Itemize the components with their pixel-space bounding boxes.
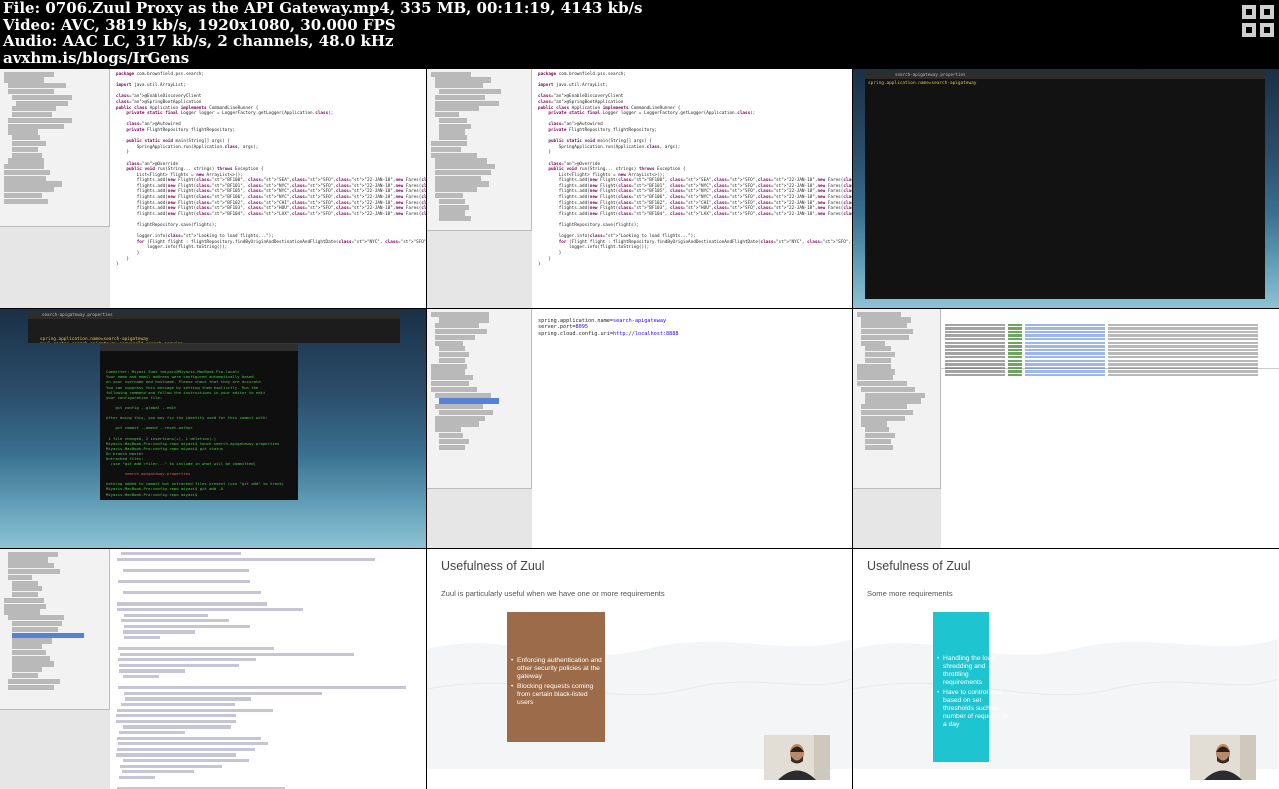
properties-editor-window: search-apigateway.properties spring.appl… [28, 311, 400, 343]
boot-dashboard-panel [427, 230, 532, 308]
presenter-avatar-icon [764, 735, 830, 780]
slide-bullets: Handling the load shredding and throttli… [937, 655, 1009, 731]
thumbnail-frame-7 [0, 549, 426, 789]
properties-line: spring.application.name=search-apigatewa… [868, 81, 976, 87]
bullet-item: Handling the load shredding and throttli… [937, 655, 1009, 687]
code-line: flights.add(new Flight(class="st">"BF104… [538, 212, 852, 218]
thumbnail-frame-6 [853, 309, 1279, 548]
code-line: flights.add(new Flight(class="st">"BF106… [538, 195, 852, 201]
thumbnail-frame-8: Usefulness of Zuul Zuul is particularly … [427, 549, 852, 789]
slide-subtitle: Some more requirements [867, 589, 953, 598]
properties-editor-window: search-apigateway.properties spring.appl… [865, 71, 1265, 299]
slide-subtitle: Zuul is particularly useful when we have… [441, 589, 665, 598]
bullet-item: Enforcing authentication and other secur… [511, 657, 603, 681]
properties-line: zuul.routes.search-apigateway.serviceId=… [40, 342, 400, 343]
code-editor: package com.brownfield.pss.search; impor… [532, 69, 852, 308]
source-link-line: avxhm.is/blogs/IrGens [3, 50, 1279, 67]
properties-editor: spring.application.name=search-apigatewa… [532, 315, 852, 548]
code-line: flights.add(new Flight(class="st">"BF104… [116, 212, 426, 218]
boot-dashboard-panel [853, 488, 941, 548]
boot-dashboard-panel [0, 709, 110, 789]
code-line: flights.add(new Flight(class="st">"BF106… [116, 195, 426, 201]
presenter-webcam [1190, 735, 1256, 780]
editor-tab-label[interactable]: search-apigateway.properties [42, 312, 113, 318]
editor-tab-label[interactable]: search-apigateway.properties [895, 72, 966, 78]
code-line: } [538, 262, 852, 268]
thumbnail-frame-1: package com.brownfield.pss.search; impor… [0, 69, 426, 308]
properties-line: spring.cloud.config.uri=http://localhost… [538, 331, 852, 337]
thumbnail-frame-9: Usefulness of Zuul Some more requirement… [853, 549, 1279, 789]
audio-info-line: Audio: AAC LC, 317 kb/s, 2 channels, 48.… [3, 33, 1279, 50]
boot-dashboard-panel [0, 226, 110, 308]
code-line: } [116, 262, 426, 268]
console-panel [941, 309, 1279, 369]
bullet-item: Blocking requests coming from certain bl… [511, 683, 603, 707]
bullet-item: Have to control load based on set thresh… [937, 689, 1009, 729]
slide-bullets: Enforcing authentication and other secur… [511, 657, 603, 709]
video-info-line: Video: AVC, 3819 kb/s, 1920x1080, 30.000… [3, 17, 1279, 34]
thumbnail-frame-3: search-apigateway.properties spring.appl… [853, 69, 1279, 308]
boot-dashboard-panel [427, 488, 532, 548]
thumbnail-frame-2: package com.brownfield.pss.search; impor… [427, 69, 852, 308]
thumbnail-frame-5: spring.application.name=search-apigatewa… [427, 309, 852, 548]
thumbnail-frame-4: search-apigateway.properties spring.appl… [0, 309, 426, 548]
terminal-window: Committer: Miyazi Zumi <miyazi@Miyazis-M… [100, 344, 298, 500]
code-editor: package com.brownfield.pss.search; impor… [110, 69, 426, 308]
slide-title: Usefulness of Zuul [867, 559, 971, 573]
file-info-line: File: 0706.Zuul Proxy as the API Gateway… [3, 0, 1279, 17]
terminal-line: Miyazis-MacBook-Pro:config-repo miyazi$ … [106, 441, 298, 446]
file-info-header: File: 0706.Zuul Proxy as the API Gateway… [0, 0, 1279, 69]
code-editor [110, 549, 426, 789]
presenter-avatar-icon [1190, 735, 1256, 780]
slide-title: Usefulness of Zuul [441, 559, 545, 573]
presenter-webcam [764, 735, 830, 780]
terminal-line: Miyazis-MacBook-Pro:config-repo miyazi$ [106, 492, 298, 497]
media-info-logo-icon [1240, 3, 1276, 39]
